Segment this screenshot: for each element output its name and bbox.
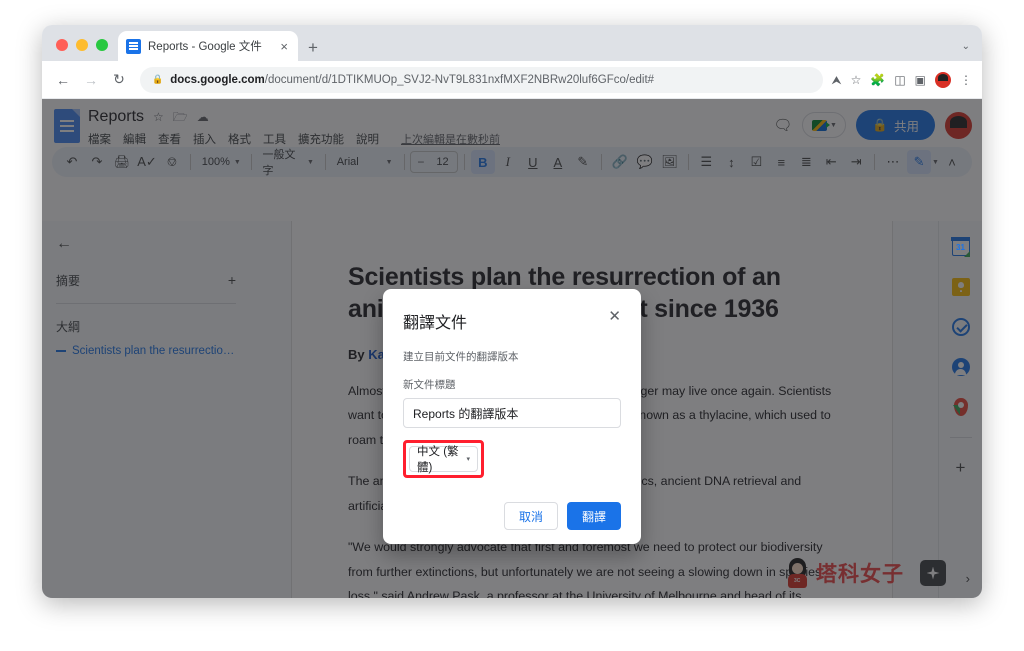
share-icon[interactable]: ⮝: [831, 74, 841, 86]
dialog-subtitle: 建立目前文件的翻譯版本: [403, 351, 519, 363]
google-docs-app: Reports ☆ 🗁 ☁ 檔案 編輯 查看 插入 格式 工具 擴充功能 說明: [42, 99, 982, 598]
chevron-down-icon: ▾: [466, 456, 470, 463]
chrome-menu-icon[interactable]: ⋮: [960, 74, 972, 86]
dialog-title: 翻譯文件: [403, 315, 468, 332]
browser-tab[interactable]: Reports - Google 文件 ×: [118, 31, 298, 61]
translate-document-dialog: 翻譯文件 ✕ 建立目前文件的翻譯版本 新文件標題 Reports 的翻譯版本 中…: [383, 289, 641, 544]
url-domain: docs.google.com: [170, 73, 265, 86]
minimize-window-button[interactable]: [76, 39, 88, 51]
browser-toolbar: ← → ↻ 🔒 docs.google.com/document/d/1DTIK…: [42, 61, 982, 99]
side-panel-icon[interactable]: ▣: [915, 74, 926, 86]
forward-button[interactable]: →: [78, 67, 104, 93]
tab-search-icon[interactable]: ⌄: [962, 41, 970, 52]
google-docs-favicon: [126, 38, 141, 54]
new-title-input[interactable]: Reports 的翻譯版本: [403, 398, 621, 428]
maximize-window-button[interactable]: [96, 39, 108, 51]
new-title-label: 新文件標題: [403, 379, 456, 391]
tab-strip: Reports - Google 文件 × + ⌄: [42, 25, 982, 61]
browser-window: Reports - Google 文件 × + ⌄ ← → ↻ 🔒 docs.g…: [42, 25, 982, 598]
close-icon[interactable]: ✕: [608, 309, 621, 324]
modal-scrim-top[interactable]: [42, 99, 982, 183]
cancel-button[interactable]: 取消: [504, 502, 558, 530]
language-value: 中文 (繁體): [417, 446, 459, 474]
tab-title: Reports - Google 文件: [148, 41, 262, 53]
lock-icon: 🔒: [152, 74, 164, 84]
screenshot-root: Reports - Google 文件 × + ⌄ ← → ↻ 🔒 docs.g…: [0, 0, 1024, 651]
omnibox-actions: ⮝ ☆ 🧩 ◫ ▣ ⋮: [831, 71, 974, 88]
new-tab-button[interactable]: +: [308, 39, 318, 56]
language-selector-highlight: 中文 (繁體) ▾: [403, 440, 484, 478]
window-controls: [42, 39, 118, 61]
calendar-day: 31: [956, 243, 965, 253]
url-path: /document/d/1DTIKMUOp_SVJ2-NvT9L831nxfMX…: [264, 73, 655, 86]
profile-avatar[interactable]: [935, 71, 951, 88]
extensions-icon[interactable]: 🧩: [870, 74, 885, 86]
cast-icon[interactable]: ◫: [894, 74, 905, 86]
dialog-header: 翻譯文件 ✕: [403, 309, 621, 333]
back-button[interactable]: ←: [50, 67, 76, 93]
bookmark-star-icon[interactable]: ☆: [851, 74, 862, 86]
dialog-actions: 取消 翻譯: [403, 502, 621, 530]
reload-button[interactable]: ↻: [106, 67, 132, 93]
language-selector[interactable]: 中文 (繁體) ▾: [409, 446, 478, 474]
close-window-button[interactable]: [56, 39, 68, 51]
address-bar[interactable]: 🔒 docs.google.com/document/d/1DTIKMUOp_S…: [140, 66, 824, 93]
translate-button[interactable]: 翻譯: [567, 502, 621, 530]
close-tab-icon[interactable]: ×: [278, 38, 290, 55]
address-bar-url: docs.google.com/document/d/1DTIKMUOp_SVJ…: [170, 74, 654, 86]
